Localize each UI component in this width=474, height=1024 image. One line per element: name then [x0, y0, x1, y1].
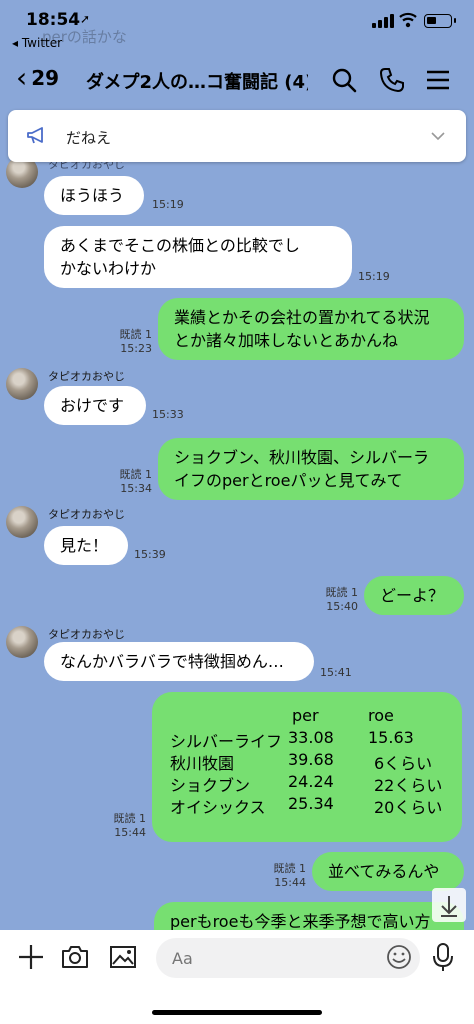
message-time: 15:44 — [114, 826, 146, 839]
message-bubble[interactable]: 業績とかその会社の置かれてる状況 とか諸々加味しないとあかんね — [158, 298, 464, 360]
location-arrow-icon: ➚ — [80, 12, 91, 26]
message-time: 15:23 — [120, 342, 152, 355]
status-time: 18:54 — [26, 10, 81, 30]
return-to-app-link[interactable]: ◂ Twitter — [12, 36, 62, 50]
chevron-left-icon: ‹ — [16, 61, 28, 94]
camera-icon[interactable] — [60, 942, 90, 972]
message-time: 15:34 — [120, 482, 152, 495]
table-cell-per: 39.68 — [288, 750, 334, 769]
message-bubble[interactable]: ほうほう — [44, 176, 144, 215]
message-input[interactable] — [156, 938, 420, 978]
message-bubble[interactable]: 見た！ — [44, 526, 128, 565]
table-cell-name: 秋川牧園 — [170, 754, 235, 773]
table-cell-per: 24.24 — [288, 772, 334, 791]
read-receipt: 既読 1 — [273, 862, 307, 875]
table-cell-name: オイシックス — [170, 798, 266, 817]
status-bar: 18:54 ➚ ◂ Twitter — [0, 0, 474, 56]
message-bubble[interactable]: どーよ？ — [364, 576, 464, 615]
chat-screen: perの話かな タピオカおやじ ほうほう 15:19 あくまでそこの株価との比較… — [0, 0, 474, 1024]
plus-icon[interactable] — [16, 942, 46, 972]
message-time: 15:19 — [152, 198, 184, 211]
cellular-signal-icon — [372, 14, 394, 28]
table-cell-roe: 15.63 — [368, 728, 414, 747]
chat-title[interactable]: ダメプ2人の…コ奮闘記 (4) — [86, 68, 308, 94]
megaphone-icon — [27, 127, 43, 144]
chevron-down-icon[interactable] — [430, 128, 446, 144]
message-time: 15:44 — [274, 876, 306, 889]
sender-avatar[interactable] — [6, 626, 38, 658]
announcement-text: だねえ — [66, 129, 112, 147]
table-cell-name: ショクブン — [170, 776, 251, 795]
table-cell-roe: 6くらい — [374, 754, 433, 773]
table-cell-per: 25.34 — [288, 794, 334, 813]
message-time: 15:39 — [134, 548, 166, 561]
message-bubble[interactable]: ショクブン、秋川牧園、シルバーラ イフのperとroeパッと見てみて — [158, 438, 464, 500]
table-header-roe: roe — [368, 706, 394, 725]
message-bubble[interactable]: あくまでそこの株価との比較でし かないわけか — [44, 226, 352, 288]
table-cell-per: 33.08 — [288, 728, 334, 747]
message-time: 15:19 — [358, 270, 390, 283]
message-time: 15:41 — [320, 666, 352, 679]
table-header-per: per — [292, 706, 319, 725]
table-cell-roe: 20くらい — [374, 798, 443, 817]
battery-icon — [424, 14, 456, 28]
table-cell-roe: 22くらい — [374, 776, 443, 795]
image-icon[interactable] — [108, 942, 138, 972]
scroll-down-button[interactable] — [432, 888, 466, 922]
message-input-bar — [0, 930, 474, 1024]
sender-avatar[interactable] — [6, 506, 38, 538]
back-button[interactable]: ‹ 29 — [16, 64, 59, 92]
microphone-icon[interactable] — [432, 942, 454, 972]
emoji-icon[interactable] — [386, 944, 412, 970]
message-time: 15:40 — [326, 600, 358, 613]
read-receipt: 既読 1 — [119, 328, 153, 341]
chat-header: ‹ 29 ダメプ2人の…コ奮闘記 (4) — [0, 56, 474, 106]
home-indicator — [152, 1010, 322, 1015]
message-time: 15:33 — [152, 408, 184, 421]
wifi-icon — [399, 12, 417, 28]
stock-comparison-bubble[interactable]: per roe シルバーライフ 33.08 15.63 秋川牧園 39.68 6… — [152, 692, 462, 842]
read-receipt: 既読 1 — [113, 812, 147, 825]
search-icon[interactable] — [330, 66, 358, 94]
read-receipt: 既読 1 — [325, 586, 359, 599]
phone-icon[interactable] — [378, 66, 406, 94]
sender-name: タピオカおやじ — [48, 508, 125, 521]
unread-count: 29 — [31, 66, 60, 90]
sender-name: タピオカおやじ — [48, 370, 125, 383]
message-bubble[interactable]: おけです — [44, 386, 146, 425]
table-cell-name: シルバーライフ — [170, 732, 283, 751]
announcement-banner[interactable]: だねえ — [8, 110, 466, 162]
sender-avatar[interactable] — [6, 368, 38, 400]
sender-name: タピオカおやじ — [48, 628, 125, 641]
menu-icon[interactable] — [424, 66, 452, 94]
read-receipt: 既読 1 — [119, 468, 153, 481]
message-bubble[interactable]: なんかバラバラで特徴掴めん… — [44, 642, 314, 681]
message-bubble[interactable]: 並べてみるんや — [312, 852, 464, 891]
